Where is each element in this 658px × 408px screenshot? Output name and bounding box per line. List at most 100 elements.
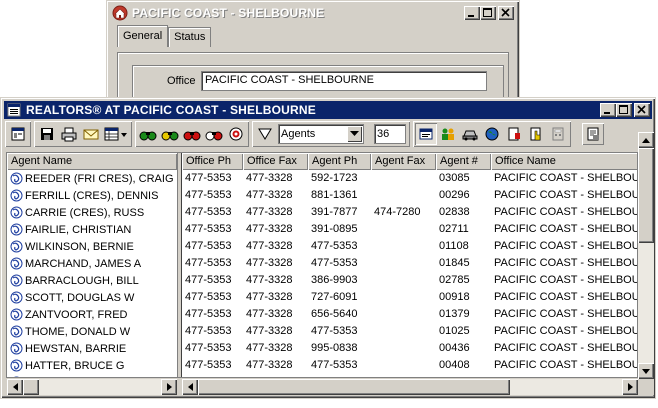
maximize-button[interactable] [616,103,632,117]
agent-phone-cell: 386-9903 [308,272,371,289]
binoculars-green-icon[interactable] [137,123,159,145]
pane-splitter[interactable] [177,153,182,377]
minimize-button[interactable] [464,6,480,20]
filter-combo[interactable]: Agents [278,124,364,144]
agent-name-cell: ZANTVOORT, FRED [7,306,177,323]
people-icon[interactable] [437,123,459,145]
col-header-agent-number[interactable]: Agent # [436,153,491,170]
car-icon[interactable] [459,123,481,145]
office-name-cell-text: PACIFIC COAST - SHELBOURNE [494,206,637,218]
right-scroll-thumb[interactable] [198,379,510,395]
office-phone-cell: 477-5353 [182,238,243,255]
agent-number-cell: 01108 [436,238,491,255]
col-header-office-name[interactable]: Office Name [491,153,637,170]
target-icon[interactable] [225,123,247,145]
scroll-right-button[interactable] [161,379,177,395]
toolbar-group-filter: Agents 36 [252,121,410,147]
table-row[interactable]: REEDER (FRI CRES), CRAIG 477-5353 477-3328… [7,170,637,187]
office-field[interactable]: PACIFIC COAST - SHELBOURNE [201,71,487,91]
minimize-button[interactable] [600,103,616,117]
table-row[interactable]: SCOTT, DOUGLAS W 477-5353 477-3328 727-6091… [7,289,637,306]
scroll-left-button[interactable] [182,379,198,395]
scroll-left-button[interactable] [7,379,23,395]
table-row[interactable]: ZANTVOORT, FRED 477-5353 477-3328 656-5640 0… [7,306,637,323]
agent-name-cell-text: FERRILL (CRES), DENNIS [25,190,159,202]
vertical-scrollbar[interactable] [638,132,654,379]
office-phone-cell-text: 477-5353 [185,359,232,371]
office-fax-cell: 477-3328 [243,323,308,340]
table-row[interactable]: CAMPBELL, NORMA 477-5353 477-3328 477-5353 0… [7,374,637,377]
table-row[interactable]: WILKINSON, BERNIE 477-5353 477-3328 477-535… [7,238,637,255]
agent-number-cell-text: 00918 [439,291,470,303]
realtors-window-titlebar[interactable]: REALTORS® AT PACIFIC COAST - SHELBOURNE [4,101,652,119]
agent-phone-cell-text: 727-6091 [311,291,358,303]
print-preview-icon[interactable] [582,123,604,145]
agent-number-cell: 01379 [436,306,491,323]
col-header-agent-name[interactable]: Agent Name [7,153,177,170]
close-button[interactable] [634,103,650,117]
count-field[interactable]: 36 [374,124,406,144]
col-header-agent-fax[interactable]: Agent Fax [371,153,436,170]
document-icon[interactable] [503,123,525,145]
col-header-agent-ph[interactable]: Agent Ph [308,153,371,170]
left-horizontal-scrollbar[interactable] [7,379,177,395]
table-row[interactable]: THOME, DONALD W 477-5353 477-3328 477-5353 0… [7,323,637,340]
table-row[interactable]: FAIRLIE, CHRISTIAN 477-5353 477-3328 391-08… [7,221,637,238]
office-name-cell: PACIFIC COAST - SHELBOURNE [491,187,637,204]
col-header-office-ph[interactable]: Office Ph [182,153,243,170]
agent-name-cell: WILKINSON, BERNIE [7,238,177,255]
scroll-up-button[interactable] [638,132,654,148]
globe-agent-icon [10,257,23,270]
realtors-window-title: REALTORS® AT PACIFIC COAST - SHELBOURNE [26,103,316,117]
save-icon[interactable] [36,123,58,145]
right-horizontal-scrollbar[interactable] [182,379,638,395]
office-fax-cell: 477-3328 [243,357,308,374]
office-phone-cell: 477-5353 [182,357,243,374]
office-name-cell: PACIFIC COAST - SHELBOURNE [491,170,637,187]
agent-fax-cell [371,374,436,377]
office-label: Office [167,75,196,87]
binoculars-red-icon[interactable] [181,123,203,145]
tab-status[interactable]: Status [168,27,212,47]
left-scroll-thumb[interactable] [23,379,39,395]
hand-pointer-icon[interactable] [525,123,547,145]
binoculars-clear-icon[interactable] [203,123,225,145]
maximize-button[interactable] [480,6,496,20]
close-button[interactable] [498,6,514,20]
agent-phone-cell: 477-5353 [308,255,371,272]
globe-agent-icon [10,325,23,338]
scroll-down-button[interactable] [638,363,654,379]
table-row[interactable]: CARRIE (CRES), RUSS 477-5353 477-3328 391-7… [7,204,637,221]
office-window-titlebar[interactable]: PACIFIC COAST - SHELBOURNE [110,4,516,22]
mail-icon[interactable] [80,123,102,145]
calculator-icon[interactable] [547,123,569,145]
agents-grid[interactable]: Agent Name Office Ph Office Fax Agent Ph… [6,152,638,378]
col-header-office-fax[interactable]: Office Fax [243,153,308,170]
table-row[interactable]: MARCHAND, JAMES A 477-5353 477-3328 477-535… [7,255,637,272]
grid-view-icon[interactable] [102,123,130,145]
filter-icon[interactable] [254,123,276,145]
agent-number-cell: 03085 [436,170,491,187]
layout-icon[interactable] [7,123,29,145]
vertical-scroll-thumb[interactable] [638,148,654,243]
globe-icon[interactable] [481,123,503,145]
table-row[interactable]: FERRILL (CRES), DENNIS 477-5353 477-3328 88… [7,187,637,204]
agent-fax-cell [371,255,436,272]
chevron-down-icon[interactable] [347,126,362,142]
binoculars-yellow-icon[interactable] [159,123,181,145]
table-row[interactable]: HEWSTAN, BARRIE 477-5353 477-3328 995-0838 0… [7,340,637,357]
table-row[interactable]: BARRACLOUGH, BILL 477-5353 477-3328 386-990… [7,272,637,289]
office-name-cell-text: PACIFIC COAST - SHELBOURNE [494,223,637,235]
tab-general[interactable]: General [117,25,169,47]
scroll-right-button[interactable] [622,379,638,395]
print-icon[interactable] [58,123,80,145]
office-fax-cell-text: 477-3328 [246,376,293,377]
agent-fax-cell [371,323,436,340]
agent-phone-cell: 656-5640 [308,306,371,323]
size-grip[interactable] [638,379,654,395]
agent-number-cell-text: 00296 [439,189,470,201]
agent-phone-cell: 727-6091 [308,289,371,306]
table-row[interactable]: HATTER, BRUCE G 477-5353 477-3328 477-5353 0… [7,357,637,374]
card-view-icon[interactable] [415,123,437,145]
agent-fax-cell [371,238,436,255]
